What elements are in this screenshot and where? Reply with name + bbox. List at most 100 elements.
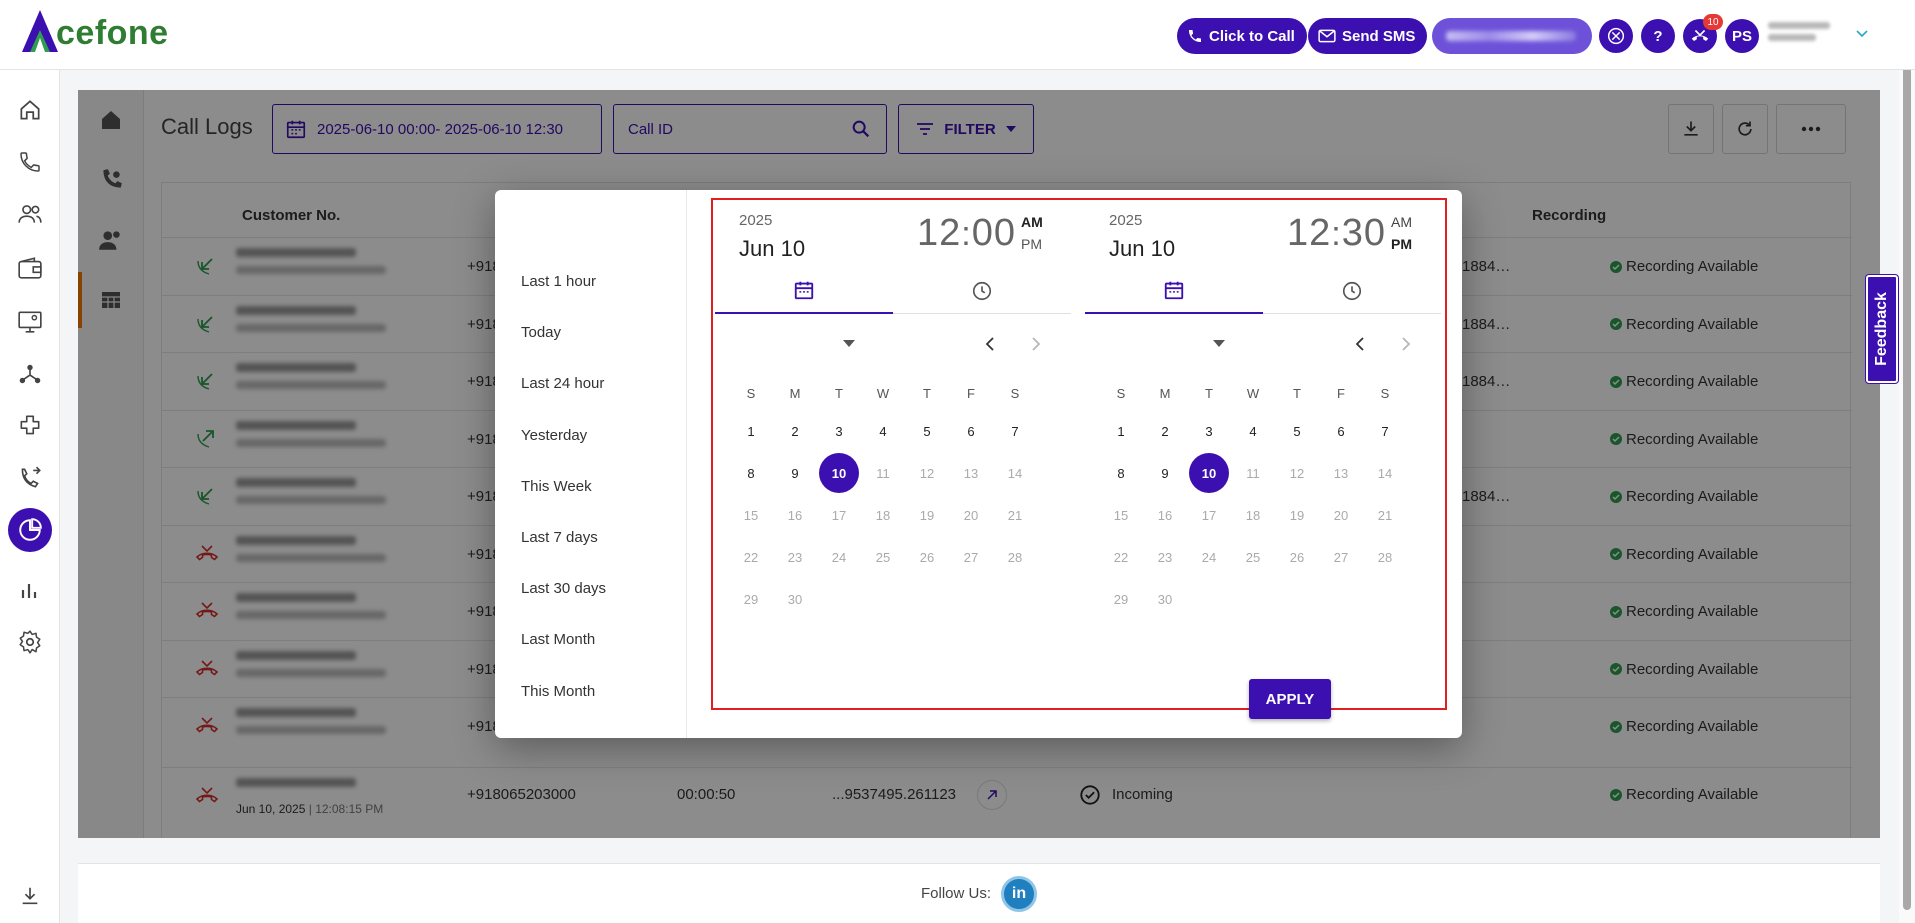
chevron-right-icon[interactable]	[1027, 336, 1043, 352]
help-button[interactable]: ?	[1641, 19, 1675, 53]
start-time-tab[interactable]	[893, 268, 1071, 314]
start-day-13: 13	[963, 465, 979, 481]
preset-today[interactable]: Today	[521, 324, 561, 341]
start-day-15: 15	[743, 507, 759, 523]
start-day-5[interactable]: 5	[907, 411, 947, 451]
agent-status-icon[interactable]	[1599, 19, 1633, 53]
start-weekday: S	[1010, 386, 1020, 401]
scrollbar-thumb[interactable]	[1903, 20, 1911, 910]
start-day-18: 18	[875, 507, 891, 523]
start-day-3[interactable]: 3	[819, 411, 859, 451]
reports-pie-icon[interactable]	[8, 508, 52, 552]
avatar[interactable]: PS	[1725, 19, 1759, 53]
preset-last-24-hour[interactable]: Last 24 hour	[521, 375, 604, 392]
end-day-8[interactable]: 8	[1101, 453, 1141, 493]
send-sms-label: Send SMS	[1342, 27, 1416, 45]
start-day-1[interactable]: 1	[731, 411, 771, 451]
date-range-modal: Last 1 hour Today Last 24 hour Yesterday Thi…	[495, 190, 1462, 738]
start-date[interactable]: Jun 10	[739, 236, 805, 262]
start-day-6[interactable]: 6	[951, 411, 991, 451]
home-icon[interactable]	[8, 88, 52, 132]
top-header: cefone Click to Call Send SMS ? 10 PS	[0, 0, 1915, 70]
start-day-21: 21	[1007, 507, 1023, 523]
end-day-5[interactable]: 5	[1277, 411, 1317, 451]
end-day-15: 15	[1113, 507, 1129, 523]
start-day-23: 23	[787, 549, 803, 565]
linkedin-icon[interactable]: in	[1001, 875, 1037, 912]
feedback-tab[interactable]: Feedback	[1866, 275, 1898, 383]
start-weekday: F	[967, 386, 975, 401]
end-day-1[interactable]: 1	[1101, 411, 1141, 451]
end-day-17: 17	[1201, 507, 1217, 523]
preset-this-month[interactable]: This Month	[521, 683, 595, 700]
end-day-25: 25	[1245, 549, 1261, 565]
end-day-3[interactable]: 3	[1189, 411, 1229, 451]
month-dropdown-icon[interactable]	[843, 340, 855, 348]
preset-last-1-hour[interactable]: Last 1 hour	[521, 273, 596, 290]
chevron-left-icon[interactable]	[1353, 336, 1369, 352]
integrations-icon[interactable]	[8, 404, 52, 448]
start-day-9[interactable]: 9	[775, 453, 815, 493]
chevron-right-icon[interactable]	[1397, 336, 1413, 352]
start-day-19: 19	[919, 507, 935, 523]
analytics-bar-icon[interactable]	[8, 568, 52, 612]
end-day-23: 23	[1157, 549, 1173, 565]
settings-gear-icon[interactable]	[8, 620, 52, 664]
start-day-16: 16	[787, 507, 803, 523]
preset-last-7-days[interactable]: Last 7 days	[521, 529, 598, 546]
end-am-toggle[interactable]: AM	[1391, 214, 1412, 230]
account-selector[interactable]	[1432, 18, 1592, 54]
end-weekday: F	[1337, 386, 1345, 401]
start-day-28: 28	[1007, 549, 1023, 565]
preset-list: Last 1 hour Today Last 24 hour Yesterday Thi…	[495, 190, 687, 738]
end-time-tab[interactable]	[1263, 268, 1441, 314]
end-time[interactable]: 12:30	[1287, 212, 1386, 255]
start-date-tab[interactable]	[715, 268, 893, 314]
end-day-6[interactable]: 6	[1321, 411, 1361, 451]
start-day-11: 11	[876, 465, 890, 481]
start-weekday: W	[876, 386, 890, 401]
chevron-left-icon[interactable]	[983, 336, 999, 352]
start-day-10[interactable]: 10	[819, 453, 859, 493]
network-icon[interactable]	[8, 352, 52, 396]
end-day-10[interactable]: 10	[1189, 453, 1229, 493]
month-dropdown-icon[interactable]	[1213, 340, 1225, 348]
user-name[interactable]	[1768, 22, 1838, 44]
start-day-2[interactable]: 2	[775, 411, 815, 451]
end-date[interactable]: Jun 10	[1109, 236, 1175, 262]
start-day-4[interactable]: 4	[863, 411, 903, 451]
start-day-8[interactable]: 8	[731, 453, 771, 493]
start-time[interactable]: 12:00	[917, 212, 1016, 255]
end-weekday: T	[1293, 386, 1301, 401]
start-day-7[interactable]: 7	[995, 411, 1035, 451]
acefone-logo[interactable]: cefone	[20, 8, 169, 54]
call-transfer-icon[interactable]	[8, 456, 52, 500]
wallet-icon[interactable]	[8, 246, 52, 290]
chevron-down-icon[interactable]	[1856, 30, 1868, 38]
send-sms-button[interactable]: Send SMS	[1308, 18, 1428, 54]
monitor-settings-icon[interactable]	[8, 300, 52, 344]
end-day-29: 29	[1113, 591, 1129, 607]
start-year[interactable]: 2025	[739, 212, 772, 229]
end-date-tab[interactable]	[1085, 268, 1263, 314]
start-day-17: 17	[831, 507, 847, 523]
end-day-7[interactable]: 7	[1365, 411, 1405, 451]
end-pm-toggle[interactable]: PM	[1391, 236, 1412, 252]
preset-yesterday[interactable]: Yesterday	[521, 427, 587, 444]
preset-this-week[interactable]: This Week	[521, 478, 592, 495]
end-day-2[interactable]: 2	[1145, 411, 1185, 451]
click-to-call-button[interactable]: Click to Call	[1177, 18, 1307, 54]
start-pm-toggle[interactable]: PM	[1021, 236, 1042, 252]
download-icon[interactable]	[8, 874, 52, 918]
start-day-22: 22	[743, 549, 759, 565]
contacts-icon[interactable]	[8, 192, 52, 236]
end-day-9[interactable]: 9	[1145, 453, 1185, 493]
end-day-18: 18	[1245, 507, 1261, 523]
end-day-4[interactable]: 4	[1233, 411, 1273, 451]
preset-last-month[interactable]: Last Month	[521, 631, 595, 648]
apply-button[interactable]: APPLY	[1249, 679, 1331, 719]
preset-last-30-days[interactable]: Last 30 days	[521, 580, 606, 597]
end-year[interactable]: 2025	[1109, 212, 1142, 229]
start-am-toggle[interactable]: AM	[1021, 214, 1043, 230]
calls-icon[interactable]	[8, 140, 52, 184]
